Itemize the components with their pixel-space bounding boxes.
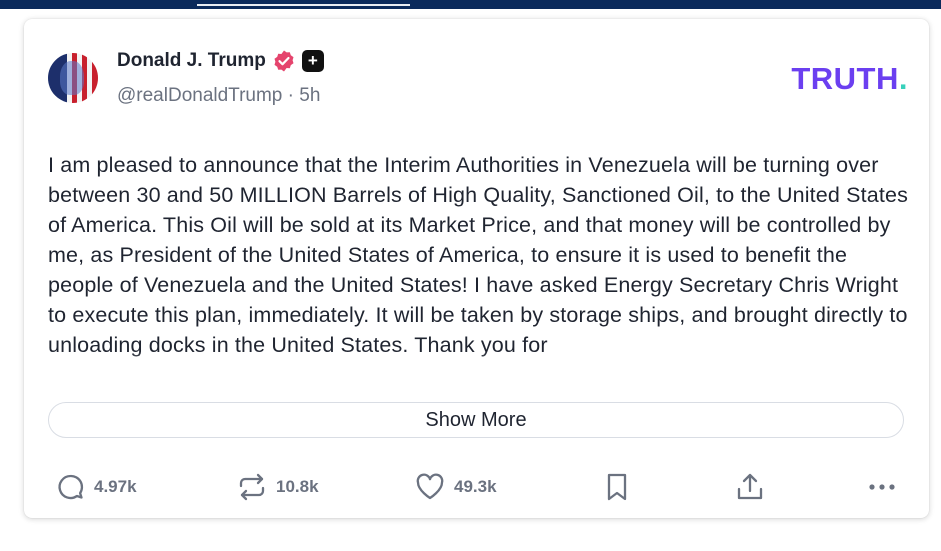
truth-logo[interactable]: TRUTH.	[791, 61, 908, 97]
like-icon	[416, 473, 444, 500]
retruth-count: 10.8k	[276, 477, 319, 496]
author-handle[interactable]: @realDonaldTrump	[117, 85, 282, 106]
like-count: 49.3k	[454, 477, 497, 496]
brand-dot: .	[898, 61, 908, 96]
show-more-button[interactable]: Show More	[48, 402, 904, 438]
brand-wordmark: TRUTH	[791, 61, 899, 96]
handle-row: @realDonaldTrump · 5h	[117, 85, 320, 107]
author-name[interactable]: Donald J. Trump	[117, 50, 266, 72]
active-tab-indicator	[197, 4, 410, 6]
share-button[interactable]	[734, 467, 766, 507]
reply-icon	[58, 474, 84, 500]
reply-count: 4.97k	[94, 477, 137, 496]
avatar-face	[60, 61, 84, 95]
retruth-icon	[239, 473, 265, 501]
reply-button[interactable]: 4.97k	[56, 467, 137, 507]
post-body: I am pleased to announce that the Interi…	[48, 153, 908, 357]
more-icon	[869, 484, 895, 490]
avatar[interactable]	[48, 53, 98, 103]
handle-separator: ·	[282, 85, 300, 106]
post-time[interactable]: 5h	[299, 85, 320, 106]
verified-icon	[274, 50, 294, 72]
like-button[interactable]: 49.3k	[414, 467, 497, 507]
retruth-button[interactable]: 10.8k	[236, 467, 319, 507]
plus-icon: +	[301, 50, 324, 72]
bookmark-icon	[607, 473, 627, 501]
action-bar: 4.97k 10.8k 49.3k	[24, 467, 929, 507]
text-fade-overlay	[48, 351, 908, 385]
share-icon	[737, 473, 763, 500]
author-row: Donald J. Trump +	[117, 49, 324, 73]
post-card: Donald J. Trump + @realDonaldTrump · 5h …	[24, 19, 929, 518]
top-nav-bar	[0, 0, 941, 9]
bookmark-button[interactable]	[604, 467, 630, 507]
more-button[interactable]	[866, 467, 898, 507]
